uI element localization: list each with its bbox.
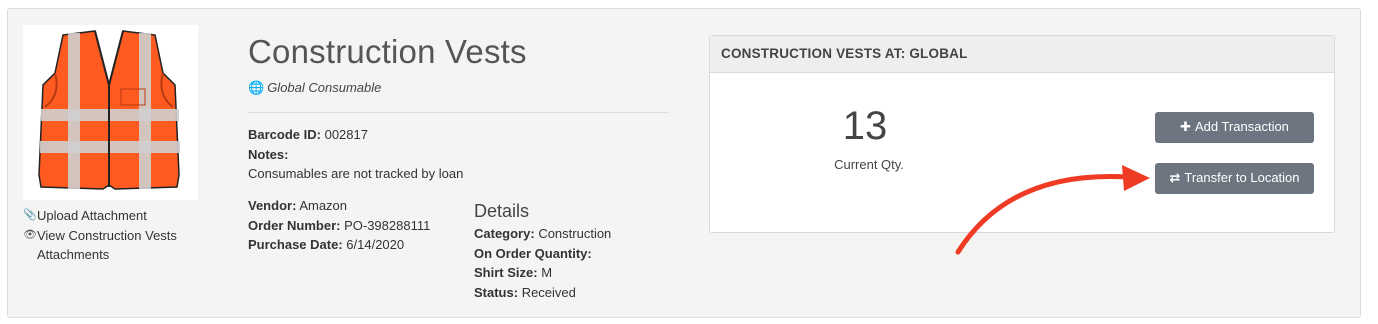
panel-heading: CONSTRUCTION VESTS AT: GLOBAL: [710, 36, 1334, 73]
purchase-label: Purchase Date:: [248, 237, 343, 252]
shirt-size-label: Shirt Size:: [474, 265, 538, 280]
on-order-row: On Order Quantity:: [474, 244, 611, 264]
barcode-notes-block: Barcode ID: 002817 Notes: Consumables ar…: [248, 125, 463, 184]
globe-icon: 🌐: [248, 80, 265, 95]
details-block: Category: Construction On Order Quantity…: [474, 224, 611, 302]
subtitle-text: Global Consumable: [267, 80, 382, 95]
category-row: Category: Construction: [474, 224, 611, 244]
shirt-size-row: Shirt Size: M: [474, 263, 611, 283]
barcode-label: Barcode ID:: [248, 127, 321, 142]
page-title: Construction Vests: [248, 33, 527, 70]
current-qty-value: 13: [842, 104, 888, 148]
purchase-block: Vendor: Amazon Order Number: PO-39828811…: [248, 196, 430, 255]
vendor-label: Vendor:: [248, 198, 297, 213]
transfer-to-location-button[interactable]: ⇄ Transfer to Location: [1155, 163, 1314, 194]
exchange-icon: ⇄: [1169, 170, 1181, 185]
details-heading: Details: [474, 201, 530, 221]
notes-value: Consumables are not tracked by loan: [248, 166, 464, 181]
on-order-label: On Order Quantity:: [474, 245, 592, 261]
add-transaction-button[interactable]: ✚ Add Transaction: [1155, 112, 1314, 143]
view-attachments-link[interactable]: 👁 View Construction Vests Attachments: [23, 226, 213, 265]
notes-label: Notes:: [248, 146, 289, 162]
barcode-value: 002817: [324, 127, 368, 142]
item-photo: [23, 25, 198, 200]
vest-image: [38, 30, 180, 190]
upload-attachment-label[interactable]: Upload Attachment: [37, 206, 147, 226]
order-label: Order Number:: [248, 217, 341, 233]
plus-icon: ✚: [1180, 119, 1191, 134]
divider: [248, 112, 669, 113]
upload-attachment-link[interactable]: 📎 Upload Attachment: [23, 206, 213, 226]
location-panel: CONSTRUCTION VESTS AT: GLOBAL 13 Current…: [709, 35, 1335, 233]
category-label: Category:: [474, 226, 535, 241]
eye-icon: 👁: [23, 228, 37, 241]
transfer-to-location-label[interactable]: Transfer to Location: [1184, 170, 1299, 185]
shirt-size-value: M: [541, 265, 553, 280]
category-value: Construction: [538, 226, 612, 241]
paperclip-icon: 📎: [23, 209, 37, 221]
order-row: Order Number: PO-398288111: [248, 216, 430, 236]
purchase-value: 6/14/2020: [346, 237, 405, 252]
status-row: Status: Received: [474, 283, 611, 303]
notes-row: Notes:: [248, 145, 463, 165]
purchase-row: Purchase Date: 6/14/2020: [248, 235, 430, 255]
item-subtitle: 🌐 Global Consumable: [248, 80, 381, 96]
current-qty-label: Current Qty.: [834, 157, 904, 172]
attachments-links: 📎 Upload Attachment 👁 View Construction …: [23, 206, 213, 265]
order-value: PO-398288111: [344, 217, 431, 233]
add-transaction-label[interactable]: Add Transaction: [1195, 119, 1289, 134]
status-value: Received: [521, 284, 576, 300]
view-attachments-label[interactable]: View Construction Vests Attachments: [37, 226, 213, 265]
status-label: Status:: [474, 284, 519, 300]
vendor-value: Amazon: [299, 198, 348, 213]
barcode-row: Barcode ID: 002817: [248, 125, 463, 145]
vendor-row: Vendor: Amazon: [248, 196, 430, 216]
